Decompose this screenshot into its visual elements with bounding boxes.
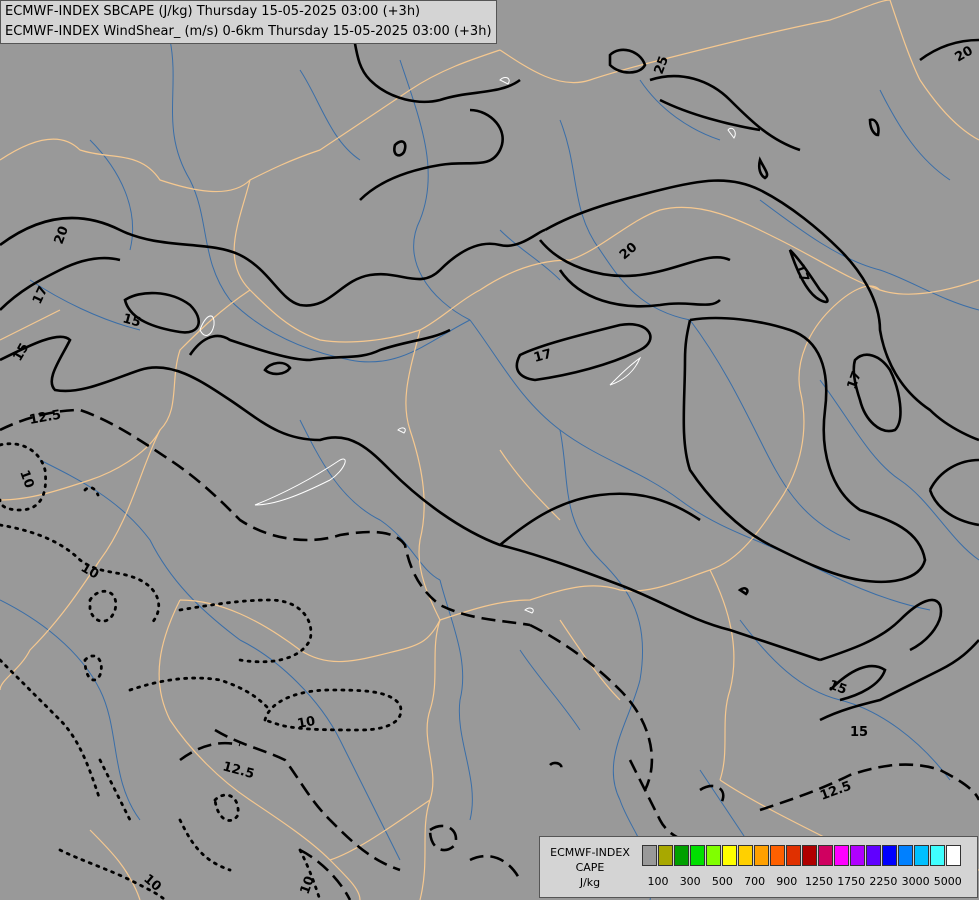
legend-swatch: [834, 845, 849, 866]
legend-swatch: [946, 845, 961, 866]
legend-swatch: [770, 845, 785, 866]
legend-swatch: [754, 845, 769, 866]
contour-label: 15: [850, 725, 868, 740]
legend-title-source: ECMWF-INDEX: [550, 846, 630, 859]
header-sbcape-line: ECMWF-INDEX SBCAPE (J/kg) Thursday 15-05…: [5, 4, 421, 19]
legend-swatch: [850, 845, 865, 866]
legend-tick-label: 700: [744, 875, 766, 888]
legend-swatch: [802, 845, 817, 866]
legend-title-parameter: CAPE: [575, 861, 605, 874]
legend-swatch: [914, 845, 929, 866]
legend-swatch: [818, 845, 833, 866]
legend-tick-label: 1750: [837, 875, 866, 888]
legend-swatch: [882, 845, 897, 866]
legend-swatch: [690, 845, 705, 866]
legend-tick-label: 3000: [901, 875, 930, 888]
legend-swatch: [738, 845, 753, 866]
legend-tick-label: 100: [647, 875, 669, 888]
legend-tick-label: 1250: [805, 875, 833, 888]
legend-tick-label: 2250: [869, 875, 898, 888]
legend-swatch: [930, 845, 945, 866]
weather-map: 25 20 20 20 17 17 17 17 15 15 15 15 12.5…: [0, 0, 979, 900]
legend-tick-label: 500: [711, 875, 733, 888]
legend-swatch: [898, 845, 913, 866]
map-header: ECMWF-INDEX SBCAPE (J/kg) Thursday 15-05…: [0, 0, 497, 44]
legend-swatch: [642, 845, 657, 866]
cape-legend: ECMWF-INDEX CAPE J/kg 100 300 500 700 900 125…: [539, 836, 978, 898]
legend-swatch: [722, 845, 737, 866]
legend-swatch: [706, 845, 721, 866]
legend-swatch: [658, 845, 673, 866]
legend-tick-label: 900: [776, 875, 798, 888]
legend-swatch: [866, 845, 881, 866]
legend-tick-label: 300: [679, 875, 701, 888]
map-background: [0, 0, 979, 900]
legend-title-unit: J/kg: [579, 876, 601, 889]
legend-swatches: [642, 845, 962, 866]
contour-label: 10: [296, 714, 316, 732]
header-windshear-line: ECMWF-INDEX WindShear_ (m/s) 0-6km Thurs…: [5, 24, 492, 39]
legend-swatch: [674, 845, 689, 866]
legend-swatch: [786, 845, 801, 866]
legend-tick-label: 5000: [933, 875, 962, 888]
legend-ticks: 100 300 500 700 900 1250 1750 2250 3000 5000: [640, 875, 974, 891]
legend-title: ECMWF-INDEX CAPE J/kg: [544, 845, 636, 890]
